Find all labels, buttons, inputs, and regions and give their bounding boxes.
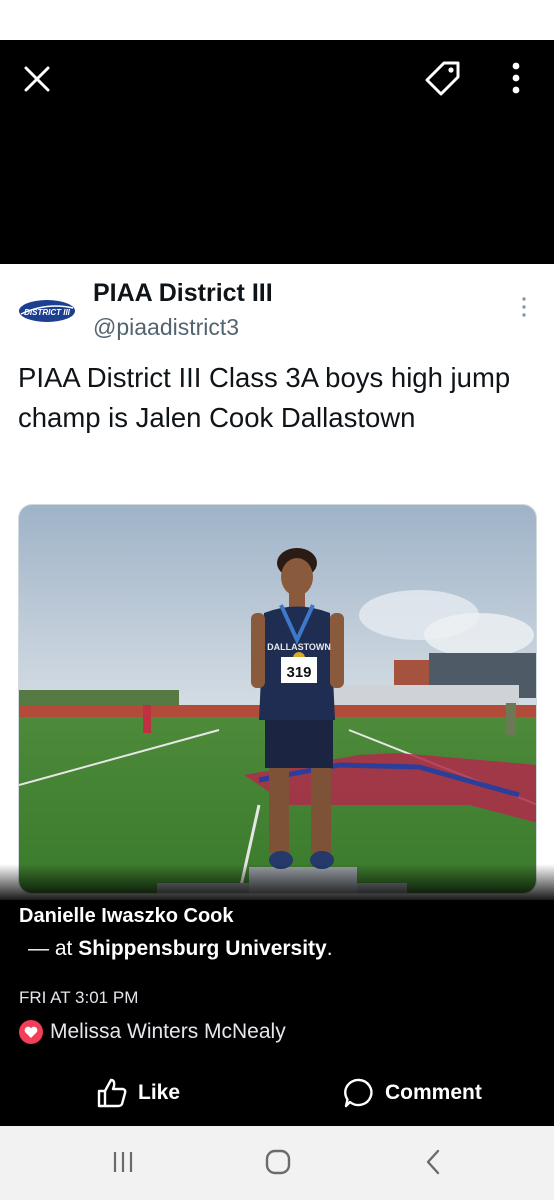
system-navigation-bar [0, 1126, 554, 1200]
back-button[interactable] [413, 1144, 453, 1180]
post-actions: Like Comment [0, 1068, 554, 1118]
location-link[interactable]: Shippensburg University [78, 937, 327, 960]
location-suffix: . [326, 937, 333, 960]
tweet-photo: DALLASTOWN 319 [18, 504, 537, 894]
tag-button[interactable] [422, 58, 464, 98]
tweet-display-name: PIAA District III [93, 279, 273, 307]
embedded-tweet-image[interactable]: DISTRICT III PIAA District III @piaadist… [0, 264, 554, 900]
like-label: Like [138, 1081, 181, 1104]
tweet-handle: @piaadistrict3 [93, 314, 240, 340]
thumbs-up-icon [97, 1078, 127, 1108]
svg-text:319: 319 [286, 664, 311, 681]
post-timestamp: FRI AT 3:01 PM [19, 988, 139, 1007]
check-in-line: — at Shippensburg University. [28, 937, 333, 961]
recent-apps-button[interactable] [103, 1144, 143, 1180]
reactor-name: Melissa Winters McNealy [50, 1020, 286, 1043]
recent-apps-icon [113, 1152, 133, 1172]
close-button[interactable] [18, 62, 56, 96]
location-prefix: — at [28, 937, 79, 960]
comment-label: Comment [385, 1081, 482, 1104]
status-bar [0, 0, 554, 40]
close-icon [24, 66, 50, 92]
district-logo: DISTRICT III [19, 300, 75, 322]
back-icon [426, 1149, 440, 1175]
tweet-more-icon [514, 294, 534, 320]
more-options-button[interactable] [500, 58, 532, 98]
tweet-text: PIAA District III Class 3A boys high jum… [18, 362, 511, 433]
tweet-avatar: DISTRICT III [18, 298, 76, 324]
svg-text:DALLASTOWN: DALLASTOWN [267, 642, 331, 652]
post-author-name[interactable]: Danielle Iwaszko Cook [19, 905, 234, 928]
more-vertical-icon [512, 62, 520, 94]
home-icon [265, 1149, 291, 1175]
photo-viewer-toolbar [0, 40, 554, 264]
svg-text:DISTRICT III: DISTRICT III [24, 308, 71, 317]
comment-button[interactable]: Comment [343, 1068, 482, 1118]
tag-icon [425, 61, 460, 96]
image-gradient-overlay [0, 864, 554, 900]
like-button[interactable]: Like [96, 1068, 180, 1118]
comment-icon [344, 1078, 373, 1108]
reaction-summary[interactable]: Melissa Winters McNealy [19, 1020, 286, 1044]
heart-icon [19, 1020, 43, 1044]
home-button[interactable] [258, 1144, 298, 1180]
